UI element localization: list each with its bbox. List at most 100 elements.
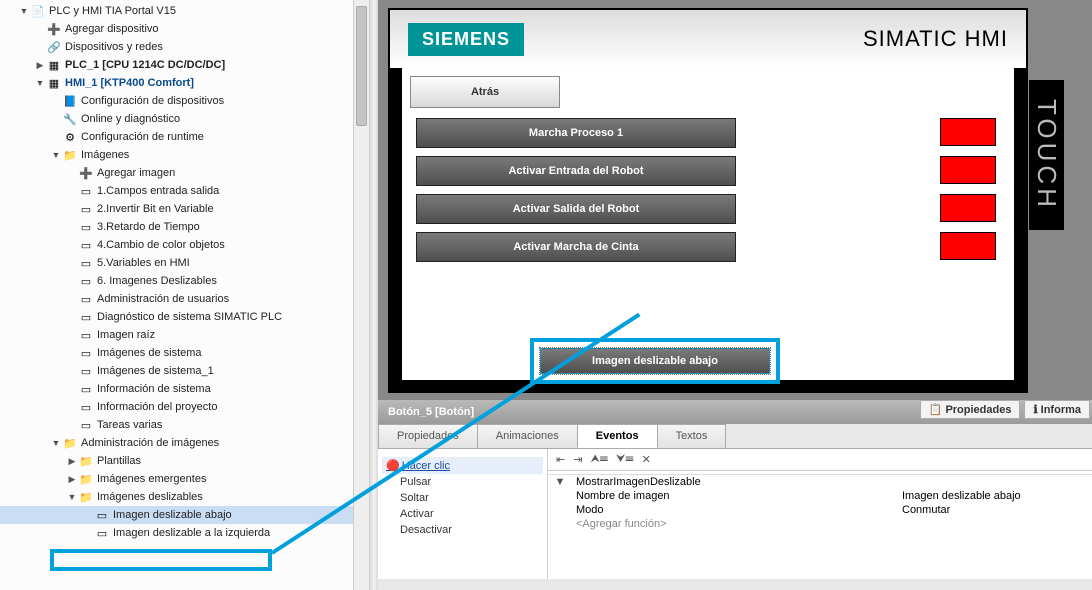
tree-item[interactable]: ▼▦HMI_1 [KTP400 Comfort] bbox=[0, 74, 369, 92]
hmi-editor: SIEMENS SIMATIC HMI TOUCH Atrás Marcha P… bbox=[378, 0, 1092, 400]
move-up-icon[interactable]: ⮝☰ bbox=[590, 453, 608, 466]
tree-item[interactable]: ▶📁Plantillas bbox=[0, 452, 369, 470]
tree-item[interactable]: ▭Información del proyecto bbox=[0, 398, 369, 416]
tab-texts[interactable]: Textos bbox=[657, 424, 727, 448]
tree-item[interactable]: ▭6. Imagenes Deslizables bbox=[0, 272, 369, 290]
add-device-icon: ➕ bbox=[46, 22, 62, 36]
event-activate[interactable]: Activar bbox=[382, 506, 543, 522]
table-row[interactable]: <Agregar función> bbox=[548, 517, 1092, 531]
folder-icon: 📁 bbox=[62, 148, 78, 162]
tree-item[interactable]: ▭Tareas varias bbox=[0, 416, 369, 434]
indent-right-icon[interactable]: ⇥ bbox=[573, 453, 582, 466]
screen-icon: ▭ bbox=[78, 364, 94, 378]
expand-icon[interactable]: ▶ bbox=[34, 60, 46, 71]
param-value[interactable]: Conmutar bbox=[902, 504, 1092, 516]
splitter[interactable] bbox=[370, 0, 378, 590]
slide-image-button[interactable]: Imagen deslizable abajo bbox=[540, 348, 770, 374]
expand-icon[interactable]: ▼ bbox=[66, 492, 78, 502]
screen-icon: ▭ bbox=[78, 202, 94, 216]
back-button[interactable]: Atrás bbox=[410, 76, 560, 108]
expand-icon[interactable]: ▶ bbox=[66, 456, 78, 467]
info-panel-tab[interactable]: ℹInforma bbox=[1024, 400, 1090, 419]
tree-item[interactable]: ▭3.Retardo de Tiempo bbox=[0, 218, 369, 236]
screen-icon: ▭ bbox=[78, 220, 94, 234]
properties-icon: 📋 bbox=[929, 403, 943, 416]
tree-item[interactable]: ⚙Configuración de runtime bbox=[0, 128, 369, 146]
tab-animations[interactable]: Animaciones bbox=[477, 424, 578, 448]
tree-item[interactable]: ▼📁Imágenes deslizables bbox=[0, 488, 369, 506]
delete-icon[interactable]: ✕ bbox=[642, 453, 651, 466]
expand-icon[interactable]: ▼ bbox=[18, 6, 30, 16]
tree-item-selected[interactable]: ▭Imagen deslizable abajo bbox=[0, 506, 369, 524]
tree-item[interactable]: ▶▦PLC_1 [CPU 1214C DC/DC/DC] bbox=[0, 56, 369, 74]
screen-icon: ▭ bbox=[78, 256, 94, 270]
project-tree-panel: ▼📄PLC y HMI TIA Portal V15 ➕Agregar disp… bbox=[0, 0, 370, 590]
folder-icon: 📁 bbox=[62, 436, 78, 450]
selected-object-title: Botón_5 [Botón] bbox=[388, 406, 474, 418]
belt-button[interactable]: Activar Marcha de Cinta bbox=[416, 232, 736, 262]
tree-item[interactable]: ▭1.Campos entrada salida bbox=[0, 182, 369, 200]
plc-icon: ▦ bbox=[46, 58, 62, 72]
screen-icon: ▭ bbox=[78, 400, 94, 414]
slide-screen-icon: ▭ bbox=[94, 526, 110, 540]
project-icon: 📄 bbox=[30, 4, 46, 18]
tree-item[interactable]: ▭Imagen raíz bbox=[0, 326, 369, 344]
tree-item[interactable]: ▭Información de sistema bbox=[0, 380, 369, 398]
tree-root[interactable]: ▼📄PLC y HMI TIA Portal V15 bbox=[0, 2, 369, 20]
tree-item[interactable]: ➕Agregar dispositivo bbox=[0, 20, 369, 38]
indicator-lamp bbox=[940, 194, 996, 222]
screen-icon: ▭ bbox=[78, 184, 94, 198]
table-row[interactable]: Modo Conmutar bbox=[548, 503, 1092, 517]
screen-icon: ▭ bbox=[78, 310, 94, 324]
indicator-lamp bbox=[940, 118, 996, 146]
tree-item[interactable]: ▭Diagnóstico de sistema SIMATIC PLC bbox=[0, 308, 369, 326]
screen-icon: ▭ bbox=[78, 382, 94, 396]
indent-left-icon[interactable]: ⇤ bbox=[556, 453, 565, 466]
tree-item[interactable]: 🔗Dispositivos y redes bbox=[0, 38, 369, 56]
tree-item[interactable]: ▭Imágenes de sistema bbox=[0, 344, 369, 362]
screen-icon: ▭ bbox=[78, 292, 94, 306]
tree-item[interactable]: ▭4.Cambio de color objetos bbox=[0, 236, 369, 254]
expand-icon[interactable]: ▼ bbox=[34, 78, 46, 88]
tab-events[interactable]: Eventos bbox=[577, 424, 658, 448]
event-deactivate[interactable]: Desactivar bbox=[382, 522, 543, 538]
table-row[interactable]: Nombre de imagen Imagen deslizable abajo bbox=[548, 489, 1092, 503]
expand-icon[interactable]: ▶ bbox=[66, 474, 78, 485]
screen-icon: ▭ bbox=[78, 238, 94, 252]
tree-item[interactable]: 🔧Online y diagnóstico bbox=[0, 110, 369, 128]
hmi-screen[interactable]: Atrás Marcha Proceso 1 Activar Entrada d… bbox=[402, 68, 1014, 380]
hmi-device-frame: SIEMENS SIMATIC HMI TOUCH Atrás Marcha P… bbox=[388, 8, 1028, 393]
indicator-lamp bbox=[940, 156, 996, 184]
process-button[interactable]: Marcha Proceso 1 bbox=[416, 118, 736, 148]
tree-item[interactable]: ▼📁Administración de imágenes bbox=[0, 434, 369, 452]
tree-item[interactable]: ▭5.Variables en HMI bbox=[0, 254, 369, 272]
properties-panel-tab[interactable]: 📋Propiedades bbox=[920, 400, 1021, 419]
expand-icon[interactable]: ▼ bbox=[50, 150, 62, 160]
param-value[interactable]: Imagen deslizable abajo bbox=[902, 490, 1092, 502]
tree-scrollbar[interactable] bbox=[353, 0, 369, 590]
expand-icon[interactable]: ▼ bbox=[548, 476, 572, 488]
scrollbar-thumb[interactable] bbox=[356, 6, 367, 126]
tree-item[interactable]: ▭2.Invertir Bit en Variable bbox=[0, 200, 369, 218]
event-release[interactable]: Soltar bbox=[382, 490, 543, 506]
robot-out-button[interactable]: Activar Salida del Robot bbox=[416, 194, 736, 224]
siemens-logo: SIEMENS bbox=[408, 23, 524, 56]
simatic-title: SIMATIC HMI bbox=[863, 26, 1008, 52]
expand-icon[interactable]: ▼ bbox=[50, 438, 62, 448]
tree-item[interactable]: 📘Configuración de dispositivos bbox=[0, 92, 369, 110]
tree-item[interactable]: ▭Administración de usuarios bbox=[0, 290, 369, 308]
event-press[interactable]: Pulsar bbox=[382, 474, 543, 490]
move-down-icon[interactable]: ⮟☰ bbox=[616, 453, 634, 466]
screen-icon: ▭ bbox=[78, 328, 94, 342]
tree-item[interactable]: ▭Imágenes de sistema_1 bbox=[0, 362, 369, 380]
add-function-placeholder[interactable]: <Agregar función> bbox=[572, 518, 902, 530]
tree-item[interactable]: ▼📁Imágenes bbox=[0, 146, 369, 164]
inspector-tabs: Propiedades Animaciones Eventos Textos bbox=[378, 424, 1092, 449]
tree-item[interactable]: ➕Agregar imagen bbox=[0, 164, 369, 182]
robot-in-button[interactable]: Activar Entrada del Robot bbox=[416, 156, 736, 186]
folder-icon: 📁 bbox=[78, 490, 94, 504]
tree-item[interactable]: ▶📁Imágenes emergentes bbox=[0, 470, 369, 488]
table-row[interactable]: ▼ MostrarImagenDeslizable bbox=[548, 475, 1092, 489]
network-icon: 🔗 bbox=[46, 40, 62, 54]
param-name: Modo bbox=[572, 504, 902, 516]
